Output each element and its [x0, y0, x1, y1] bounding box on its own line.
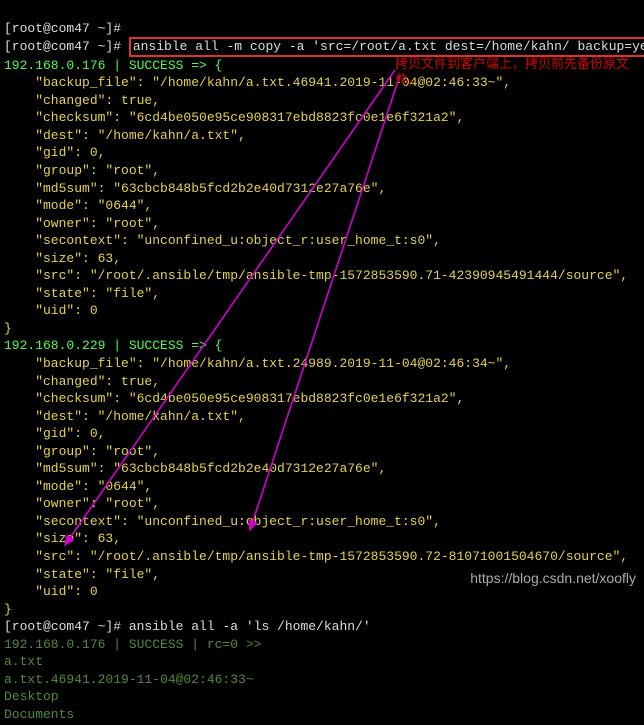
- host1-header: 192.168.0.176 | SUCCESS => {: [4, 58, 222, 73]
- h2-dest: "checksum": "6cd4be050e95ce908317ebd8823…: [4, 391, 464, 406]
- annotation-line-1: 拷贝文件到客户端上，拷贝前先备份原文: [395, 56, 629, 71]
- host2-header: 192.168.0.229 | SUCCESS => {: [4, 338, 222, 353]
- h2-backup-file: "backup_file": "/home/kahn/a.txt.24989.2…: [4, 356, 511, 371]
- h1-state: "state": "file",: [4, 286, 160, 301]
- h2-changed: "changed": true,: [4, 374, 160, 389]
- command-1-highlight: ansible all -m copy -a 'src=/root/a.txt …: [129, 37, 644, 57]
- close-brace-1: }: [4, 321, 12, 336]
- h1-checksum: "checksum": "6cd4be050e95ce908317ebd8823…: [4, 110, 464, 125]
- h1-changed: "changed": true,: [4, 93, 160, 108]
- h2-uid: "uid": 0: [4, 584, 98, 599]
- h1-md5sum: "md5sum": "63cbcb848b5fcd2b2e40d7312e27a…: [4, 181, 386, 196]
- h2-dest: "dest": "/home/kahn/a.txt",: [4, 409, 246, 424]
- h2-mode: "mode": "0644",: [4, 479, 152, 494]
- annotation-line-2: 件。: [395, 72, 421, 87]
- h2-size: "size": 63,: [4, 531, 121, 546]
- h1-secontext: "secontext": "unconfined_u:object_r:user…: [4, 233, 441, 248]
- h1-group: "group": "root",: [4, 163, 160, 178]
- h2-owner: "owner": "root",: [4, 496, 160, 511]
- command-2: ansible all -a 'ls /home/kahn/': [129, 619, 371, 634]
- h2-group: "group": "root",: [4, 444, 160, 459]
- prompt-1: [root@com47 ~]#: [4, 39, 129, 54]
- h2-src: "src": "/root/.ansible/tmp/ansible-tmp-1…: [4, 549, 628, 564]
- h2-state: "state": "file",: [4, 567, 160, 582]
- terminal-output: [root@com47 ~]# [root@com47 ~]# ansible …: [0, 0, 644, 725]
- h2-md5sum: "md5sum": "63cbcb848b5fcd2b2e40d7312e27a…: [4, 461, 386, 476]
- h2-secontext: "secontext": "unconfined_u:object_r:user…: [4, 514, 441, 529]
- h1-dest: "dest": "/home/kahn/a.txt",: [4, 128, 246, 143]
- h2-gid: "gid": 0,: [4, 426, 105, 441]
- ls-header: 192.168.0.176 | SUCCESS | rc=0 >>: [4, 637, 261, 652]
- ls-file-3: Desktop: [4, 689, 59, 704]
- h1-owner: "owner": "root",: [4, 216, 160, 231]
- ls-file-1: a.txt: [4, 654, 43, 669]
- prompt-line-0: [root@com47 ~]#: [4, 21, 121, 36]
- close-brace-2: }: [4, 602, 12, 617]
- ls-file-4: Documents: [4, 707, 74, 722]
- command-1: ansible all -m copy -a 'src=/root/a.txt …: [133, 39, 644, 54]
- h1-gid: "gid": 0,: [4, 145, 105, 160]
- h1-uid: "uid": 0: [4, 303, 98, 318]
- h1-src: "src": "/root/.ansible/tmp/ansible-tmp-1…: [4, 268, 628, 283]
- watermark: https://blog.csdn.net/xoofly: [470, 569, 636, 588]
- annotation-text: 拷贝文件到客户端上，拷贝前先备份原文 件。: [395, 56, 629, 87]
- h1-size: "size": 63,: [4, 251, 121, 266]
- prompt-2: [root@com47 ~]#: [4, 619, 129, 634]
- h1-mode: "mode": "0644",: [4, 198, 152, 213]
- ls-file-2: a.txt.46941.2019-11-04@02:46:33~: [4, 672, 254, 687]
